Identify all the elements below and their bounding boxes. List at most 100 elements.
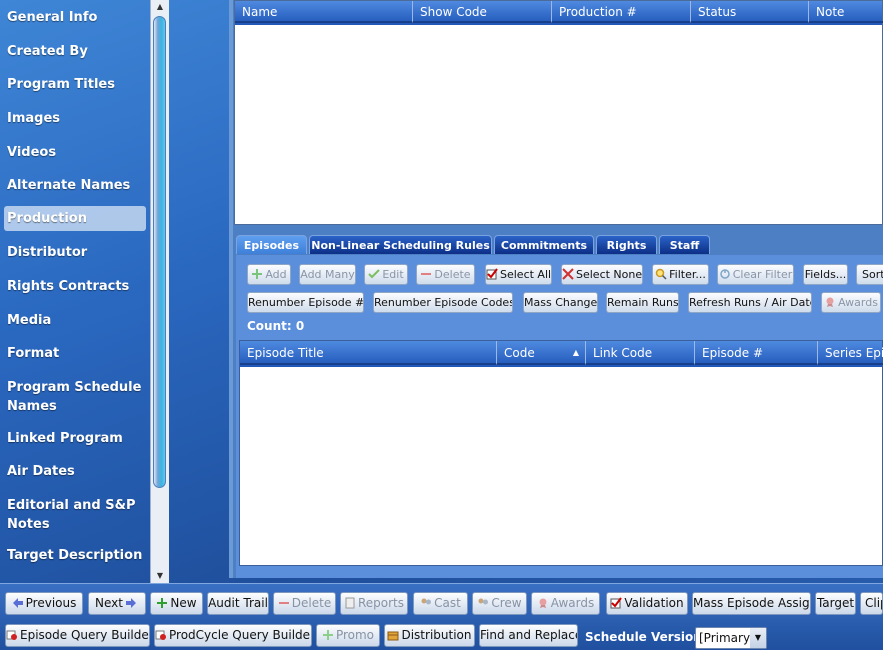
next-button[interactable]: Next bbox=[88, 592, 146, 615]
scrollbar-thumb[interactable] bbox=[153, 16, 166, 488]
prodcycle-query-builder-button[interactable]: ProdCycle Query Builder bbox=[154, 624, 312, 647]
tab-staff[interactable]: Staff bbox=[659, 235, 710, 254]
sidebar-item-production[interactable]: Production bbox=[4, 206, 146, 231]
minus-icon bbox=[278, 602, 289, 604]
delete-button[interactable]: Delete bbox=[273, 592, 336, 615]
plus-icon bbox=[157, 598, 168, 608]
chevron-down-icon[interactable]: ▼ bbox=[750, 628, 766, 648]
sidebar-nav: General Info Created By Program Titles I… bbox=[0, 0, 150, 583]
column-header-episode-title[interactable]: Episode Title bbox=[240, 341, 497, 365]
sidebar-item-distributor[interactable]: Distributor bbox=[4, 240, 146, 265]
sidebar-item-created-by[interactable]: Created By bbox=[4, 39, 146, 64]
episode-query-builder-button[interactable]: Episode Query Builder bbox=[5, 624, 150, 647]
select-none-label: Select None bbox=[576, 268, 643, 281]
column-header-episode-number[interactable]: Episode # bbox=[695, 341, 818, 365]
sidebar-item-program-schedule-names[interactable]: Program Schedule Names bbox=[4, 375, 146, 419]
episodes-grid[interactable]: Episode Title Code ▲ Link Code Episode #… bbox=[239, 340, 883, 566]
column-header-production-number[interactable]: Production # bbox=[552, 1, 691, 23]
schedule-version-select[interactable]: [Primary] ▼ bbox=[695, 627, 767, 649]
sorting-button[interactable]: Sorti bbox=[856, 264, 883, 285]
find-and-replace-button[interactable]: Find and Replace bbox=[479, 624, 578, 647]
refresh-runs-label: Refresh Runs / Air Dates bbox=[689, 296, 812, 309]
renumber-episode-codes-label: Renumber Episode Codes... bbox=[374, 296, 513, 309]
clip-button[interactable]: Clip bbox=[860, 592, 883, 615]
awards-label: Awards bbox=[838, 296, 878, 309]
previous-label: Previous bbox=[25, 596, 77, 610]
filter-label: Filter... bbox=[669, 268, 706, 281]
sidebar-item-program-titles[interactable]: Program Titles bbox=[4, 72, 146, 97]
add-many-button[interactable]: Add Many bbox=[299, 264, 356, 285]
awards-episode-button[interactable]: Awards bbox=[821, 292, 881, 313]
sidebar-item-editorial-notes[interactable]: Editorial and S&P Notes bbox=[4, 493, 146, 537]
sidebar-item-linked-program[interactable]: Linked Program bbox=[4, 426, 146, 451]
column-header-status[interactable]: Status bbox=[691, 1, 809, 23]
tab-commitments[interactable]: Commitments bbox=[494, 235, 594, 254]
column-header-series-episode[interactable]: Series Episo bbox=[818, 341, 883, 365]
select-none-button[interactable]: Select None bbox=[561, 264, 643, 285]
reports-label: Reports bbox=[357, 596, 405, 610]
sidebar-item-media[interactable]: Media bbox=[4, 308, 146, 333]
tab-non-linear-scheduling-rules[interactable]: Non-Linear Scheduling Rules bbox=[309, 235, 492, 254]
production-grid-header: Name Show Code Production # Status Note bbox=[235, 1, 883, 25]
sidebar-item-general-info[interactable]: General Info bbox=[4, 5, 146, 30]
distribution-label: Distribution bbox=[401, 628, 472, 642]
package-icon bbox=[387, 631, 399, 641]
new-label: New bbox=[170, 596, 197, 610]
select-all-label: Select All bbox=[500, 268, 552, 281]
sidebar-item-rights-contracts[interactable]: Rights Contracts bbox=[4, 274, 146, 299]
edit-episode-button[interactable]: Edit bbox=[364, 264, 408, 285]
scroll-down-icon[interactable]: ▼ bbox=[151, 569, 169, 583]
add-episode-button[interactable]: Add bbox=[247, 264, 291, 285]
renumber-episode-codes-button[interactable]: Renumber Episode Codes... bbox=[373, 292, 513, 313]
production-grid[interactable]: Name Show Code Production # Status Note bbox=[234, 0, 883, 225]
renumber-episode-number-button[interactable]: Renumber Episode #... bbox=[247, 292, 364, 313]
tab-episodes[interactable]: Episodes bbox=[236, 235, 307, 254]
filter-button[interactable]: Filter... bbox=[652, 264, 709, 285]
remain-runs-label: Remain Runs bbox=[607, 296, 679, 309]
column-header-note[interactable]: Note bbox=[809, 1, 883, 23]
crew-button[interactable]: Crew bbox=[472, 592, 527, 615]
column-header-link-code[interactable]: Link Code bbox=[586, 341, 695, 365]
previous-button[interactable]: Previous bbox=[5, 592, 83, 615]
scroll-up-icon[interactable]: ▲ bbox=[151, 0, 169, 14]
column-header-code[interactable]: Code ▲ bbox=[497, 341, 586, 365]
magnifier-icon bbox=[655, 268, 667, 280]
sidebar-item-alternate-names[interactable]: Alternate Names bbox=[4, 173, 146, 198]
cast-button[interactable]: Cast bbox=[413, 592, 468, 615]
mass-change-button[interactable]: Mass Change bbox=[523, 292, 598, 313]
reports-button[interactable]: Reports bbox=[340, 592, 408, 615]
fields-label: Fields... bbox=[804, 268, 847, 281]
sidebar-item-videos[interactable]: Videos bbox=[4, 140, 146, 165]
mass-change-label: Mass Change bbox=[524, 296, 598, 309]
prodcycle-query-builder-label: ProdCycle Query Builder bbox=[169, 628, 312, 642]
sidebar-item-air-dates[interactable]: Air Dates bbox=[4, 459, 146, 484]
select-all-button[interactable]: Select All bbox=[485, 264, 552, 285]
clear-filter-button[interactable]: Clear Filter bbox=[717, 264, 794, 285]
fields-button[interactable]: Fields... bbox=[803, 264, 848, 285]
episode-count: Count: 0 bbox=[247, 319, 305, 333]
query-builder-icon bbox=[155, 630, 166, 640]
remain-runs-button[interactable]: Remain Runs bbox=[606, 292, 679, 313]
column-header-name[interactable]: Name bbox=[235, 1, 413, 23]
episodes-panel: Add Add Many Edit Delete Select All Sele… bbox=[236, 255, 883, 578]
sidebar-item-format[interactable]: Format bbox=[4, 341, 146, 366]
checkbox-checked-icon bbox=[610, 597, 623, 609]
crew-label: Crew bbox=[491, 596, 522, 610]
sidebar-scrollbar[interactable]: ▲ ▼ bbox=[150, 0, 169, 583]
audit-trail-button[interactable]: Audit Trail bbox=[207, 592, 269, 615]
promo-button[interactable]: Promo bbox=[316, 624, 380, 647]
refresh-runs-air-dates-button[interactable]: Refresh Runs / Air Dates bbox=[688, 292, 812, 313]
new-button[interactable]: New bbox=[150, 592, 203, 615]
distribution-button[interactable]: Distribution bbox=[384, 624, 475, 647]
mass-episode-assign-label: Mass Episode Assign bbox=[693, 596, 811, 610]
mass-episode-assign-button[interactable]: Mass Episode Assign bbox=[692, 592, 811, 615]
awards-button[interactable]: Awards bbox=[531, 592, 600, 615]
clear-filter-icon bbox=[719, 269, 730, 279]
column-header-show-code[interactable]: Show Code bbox=[413, 1, 552, 23]
sidebar-item-images[interactable]: Images bbox=[4, 106, 146, 131]
delete-episode-button[interactable]: Delete bbox=[416, 264, 475, 285]
sidebar-item-target-description[interactable]: Target Description bbox=[4, 543, 146, 568]
target-button[interactable]: Target bbox=[815, 592, 856, 615]
tab-rights[interactable]: Rights bbox=[596, 235, 657, 254]
validation-button[interactable]: Validation bbox=[606, 592, 688, 615]
